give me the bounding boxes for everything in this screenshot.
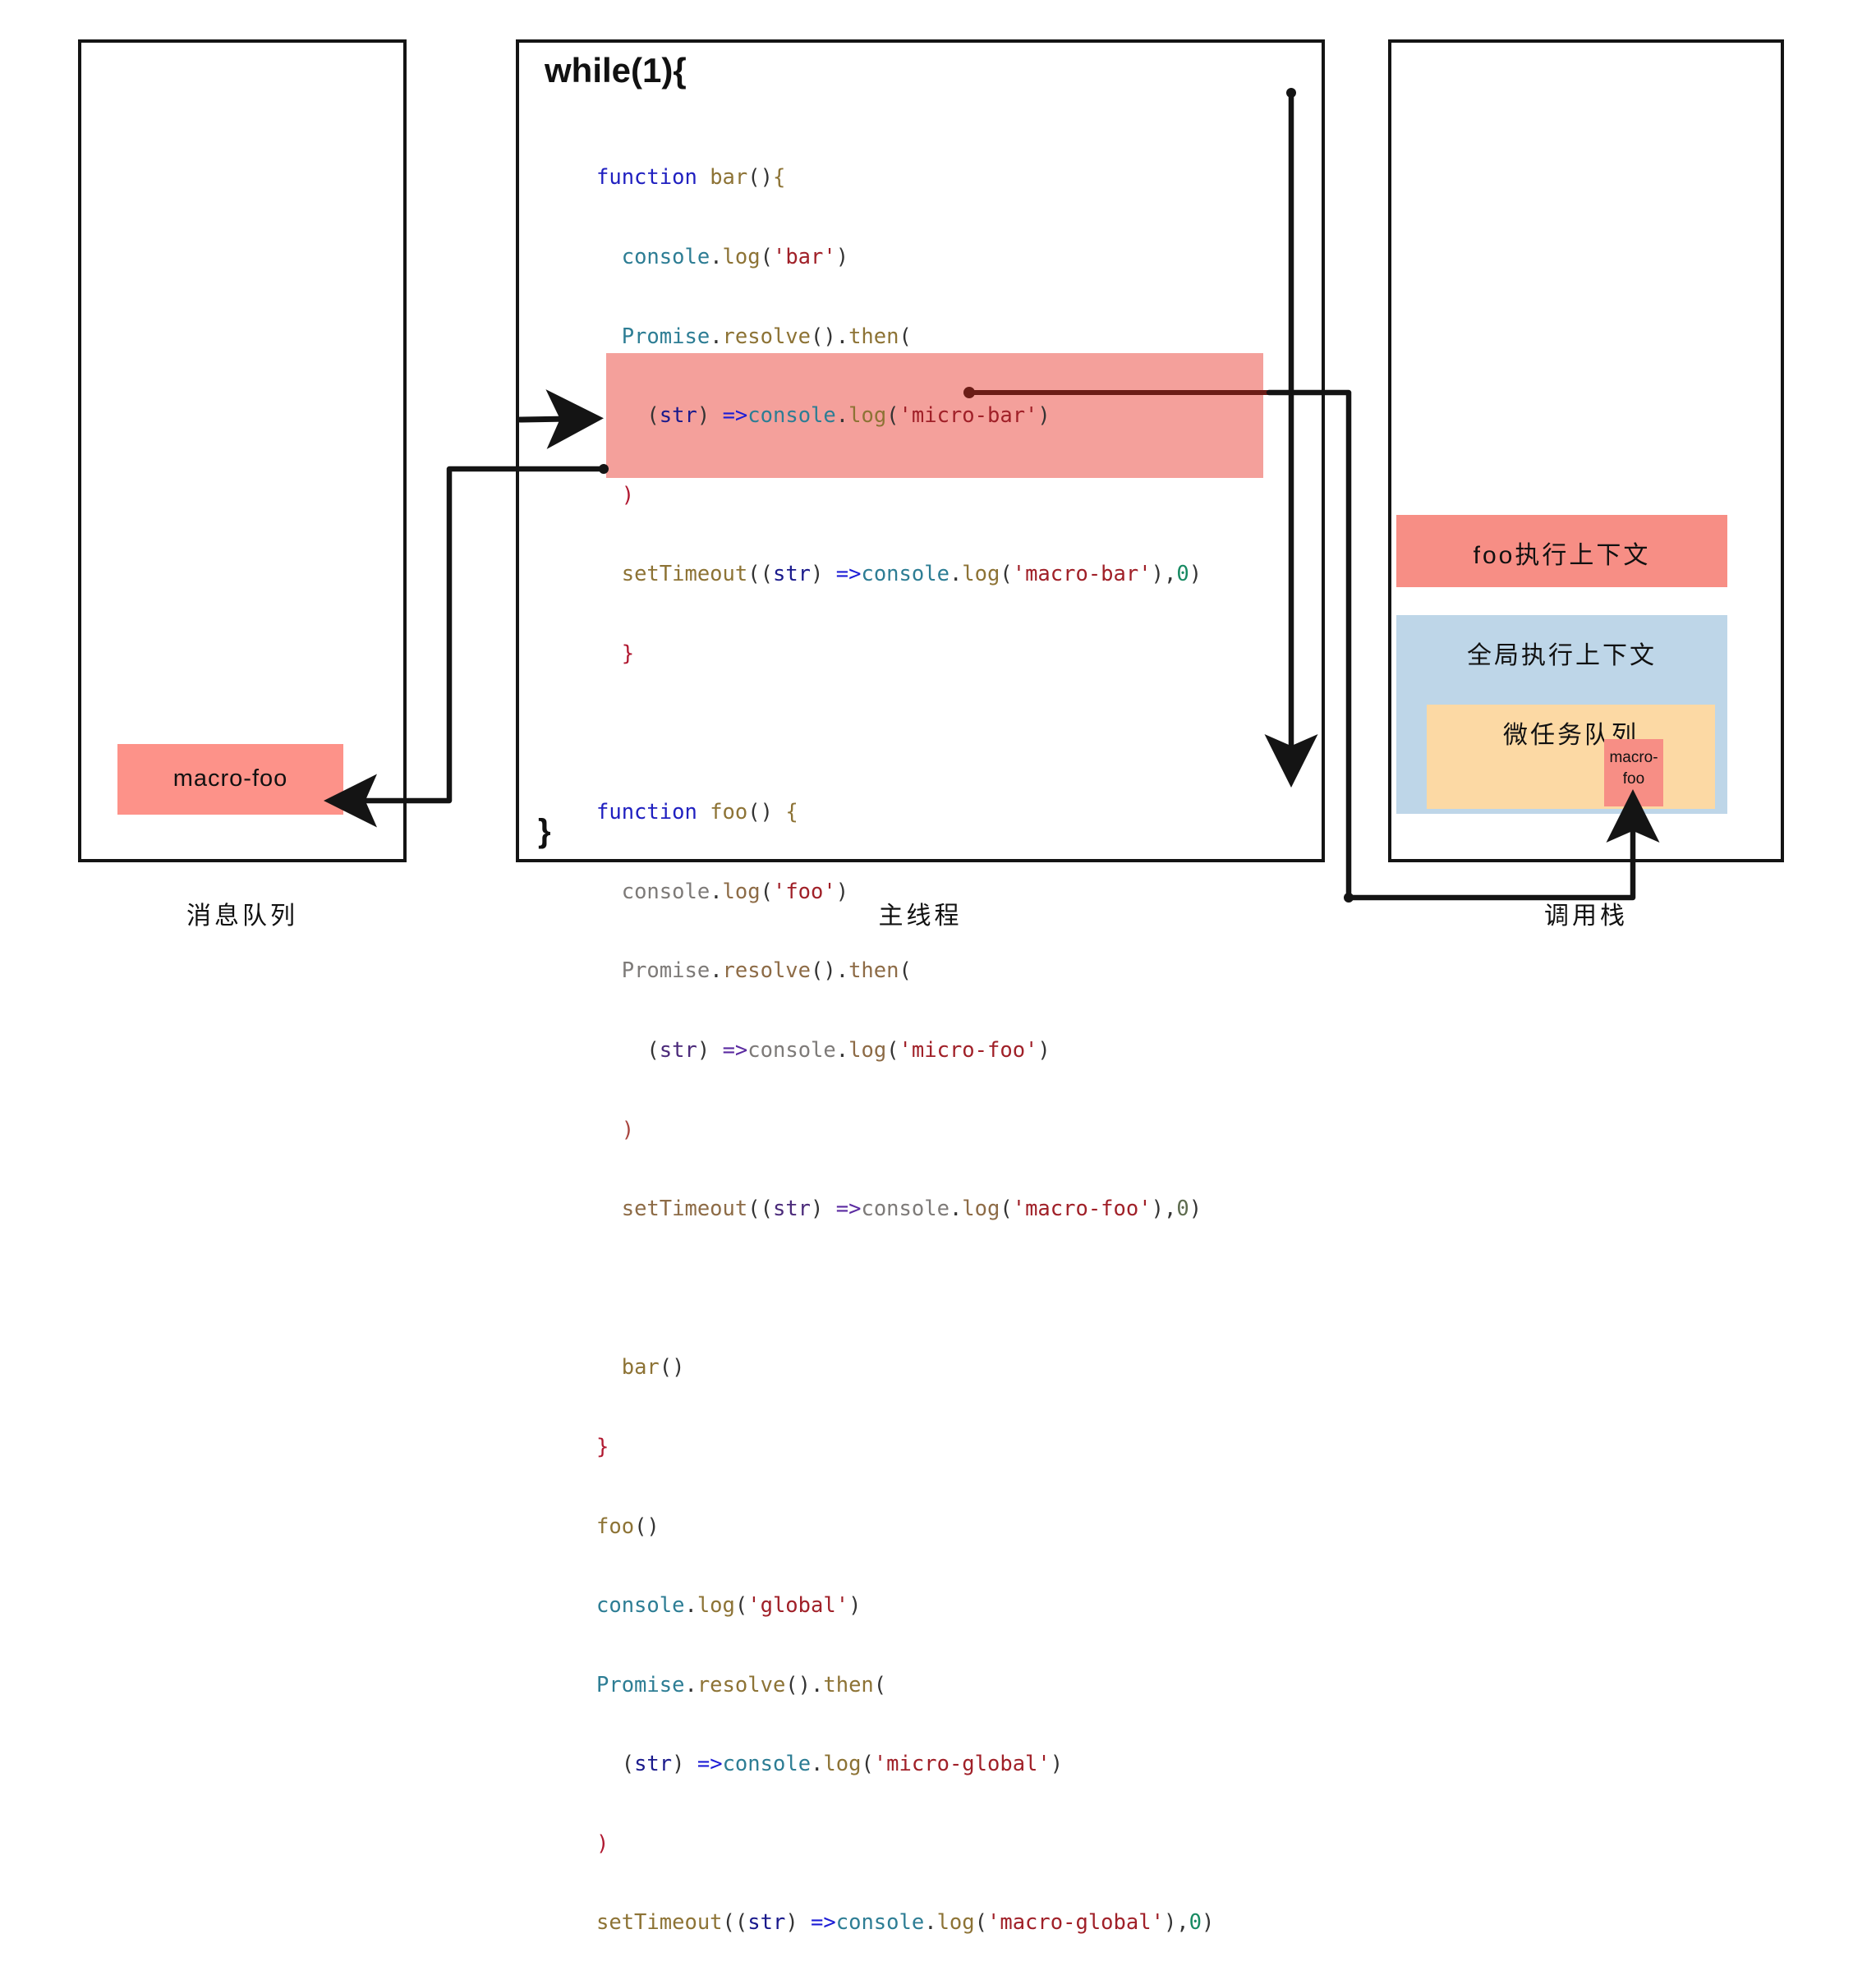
code-line: setTimeout((str) =>console.log('macro-ba…	[621, 562, 1202, 587]
code-line: (str) =>console.log('micro-bar')	[646, 403, 1051, 429]
call-stack-frame-foo: foo执行上下文	[1396, 515, 1727, 587]
code-line: (str) =>console.log('micro-global')	[621, 1752, 1064, 1777]
code-line-highlighted: (str) =>console.log('micro-foo')	[646, 1037, 1051, 1063]
microtask-queue-label: 微任务队列	[1503, 722, 1639, 749]
code-line: setTimeout((str) =>console.log('macro-gl…	[596, 1910, 1215, 1936]
code-line: )	[596, 1830, 609, 1856]
microtask-item-line-2: foo	[1622, 770, 1645, 788]
code-line-highlighted: console.log('foo')	[621, 879, 849, 904]
message-queue-item-macro-foo: macro-foo	[117, 744, 343, 815]
while-loop-header: while(1){	[545, 51, 687, 90]
code-line: function foo() {	[596, 800, 798, 825]
microtask-item-line-1: macro-	[1609, 749, 1658, 766]
code-line: console.log('bar')	[621, 245, 849, 269]
code-listing: function bar(){ console.log('bar') Promi…	[596, 112, 1294, 1966]
code-line-highlighted: setTimeout((str) =>console.log('macro-fo…	[621, 1197, 1202, 1222]
code-line-highlighted: )	[621, 1117, 635, 1142]
call-stack-frame-global-label: 全局执行上下文	[1467, 642, 1657, 669]
code-line: }	[621, 641, 635, 666]
call-stack-frame-foo-label: foo执行上下文	[1473, 542, 1651, 569]
code-line: }	[596, 1434, 609, 1459]
code-line: )	[621, 482, 635, 508]
code-line: foo()	[596, 1514, 660, 1539]
code-line: bar()	[621, 1355, 685, 1380]
microtask-queue-item-text: macro- foo	[1604, 747, 1663, 790]
code-line: Promise.resolve().then(	[621, 324, 912, 349]
caption-call-stack: 调用栈	[1544, 903, 1628, 930]
diagram-canvas: while(1){ function bar(){ console.log('b…	[0, 0, 1876, 1935]
microtask-queue-item-macro-foo: macro- foo	[1604, 739, 1663, 806]
code-line: Promise.resolve().then(	[596, 1672, 887, 1697]
message-queue-item-label: macro-foo	[172, 765, 288, 792]
while-loop-closing-brace: }	[538, 813, 551, 849]
panel-message-queue	[78, 39, 407, 862]
code-line: function bar(){	[596, 165, 786, 191]
microtask-queue-box: 微任务队列	[1427, 705, 1715, 809]
code-line: console.log('global')	[596, 1593, 862, 1619]
code-line-highlighted: Promise.resolve().then(	[621, 958, 912, 984]
caption-message-queue: 消息队列	[186, 903, 298, 930]
